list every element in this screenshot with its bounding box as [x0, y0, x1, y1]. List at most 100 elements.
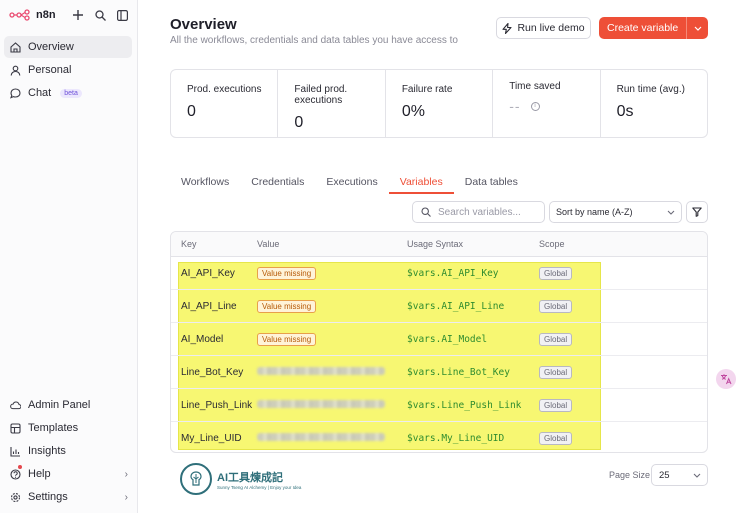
stat-prod-executions[interactable]: Prod. executions 0	[171, 70, 279, 137]
chat-icon	[10, 87, 21, 99]
stat-label: Time saved	[509, 81, 561, 92]
usage-syntax[interactable]: $vars.Line_Push_Link	[407, 400, 539, 411]
table-row[interactable]: Line_Push_Link $vars.Line_Push_Link Glob…	[171, 389, 707, 422]
page-subtitle: All the workflows, credentials and data …	[170, 35, 458, 46]
sort-selected-value: Sort by name (A-Z)	[556, 207, 633, 217]
filter-icon	[692, 207, 702, 217]
stat-label: Failed prod. executions	[294, 84, 348, 106]
filter-button[interactable]	[686, 201, 708, 223]
blurred-value	[257, 433, 385, 441]
create-options-dropdown[interactable]	[686, 17, 708, 39]
stat-label: Failure rate	[401, 84, 453, 95]
table-row[interactable]: AI_Model Value missing $vars.AI_Model Gl…	[171, 323, 707, 356]
variable-key: AI_API_Line	[181, 300, 237, 312]
scope-badge: Global	[539, 299, 573, 313]
sidebar-item-label: Personal	[28, 64, 72, 76]
sidebar-item-overview[interactable]: Overview	[4, 36, 132, 58]
chevron-down-icon	[694, 26, 701, 31]
tab-data-tables[interactable]: Data tables	[454, 170, 529, 194]
stat-value: 0	[187, 103, 196, 120]
stat-value: -- i	[509, 98, 599, 114]
sidebar-item-label: Settings	[28, 491, 68, 503]
search-box[interactable]	[412, 201, 545, 223]
home-icon	[10, 41, 21, 53]
page-size-select[interactable]: 25	[651, 464, 708, 486]
translate-extension-button[interactable]	[716, 369, 736, 389]
variables-table: Key Value Usage Syntax Scope AI_API_Key …	[170, 231, 708, 453]
tab-executions[interactable]: Executions	[315, 170, 388, 194]
table-row[interactable]: AI_API_Line Value missing $vars.AI_API_L…	[171, 290, 707, 323]
page-title: Overview	[170, 16, 237, 33]
chevron-right-icon: ›	[124, 468, 128, 480]
beta-badge: beta	[60, 88, 82, 98]
sidebar-item-admin-panel[interactable]: Admin Panel	[4, 394, 132, 416]
stat-failed-prod-executions[interactable]: Failed prod. executions 0	[278, 70, 386, 137]
scope-badge: Global	[539, 332, 573, 346]
usage-syntax[interactable]: $vars.Line_Bot_Key	[407, 367, 539, 378]
column-header-value: Value	[257, 239, 280, 249]
sidebar-item-templates[interactable]: Templates	[4, 417, 132, 439]
stat-failure-rate[interactable]: Failure rate 0%	[386, 70, 494, 137]
blurred-value	[257, 366, 385, 375]
sidebar-item-label: Insights	[28, 445, 66, 457]
sidebar-toggle-icon[interactable]	[116, 8, 128, 22]
chevron-right-icon: ›	[124, 491, 128, 503]
tab-credentials[interactable]: Credentials	[240, 170, 315, 194]
help-icon	[10, 468, 21, 480]
plus-icon[interactable]	[72, 8, 84, 22]
stat-time-saved[interactable]: Time saved -- i	[493, 70, 601, 137]
stat-value: 0s	[616, 103, 634, 120]
sidebar-nav: Overview Personal Chat beta	[4, 36, 132, 105]
sidebar-item-help[interactable]: Help ›	[4, 463, 132, 485]
create-variable-button[interactable]: Create variable	[599, 17, 708, 39]
page-size-value: 25	[659, 469, 670, 481]
column-header-key[interactable]: Key	[171, 239, 257, 249]
sidebar-item-label: Admin Panel	[28, 399, 91, 411]
sidebar-item-insights[interactable]: Insights	[4, 440, 132, 462]
stat-value: 0%	[401, 103, 425, 120]
blurred-value	[257, 399, 385, 408]
usage-syntax[interactable]: $vars.AI_Model	[407, 334, 539, 345]
gear-icon	[10, 492, 21, 503]
watermark-tagline: Sunny Tseng AI Alchemy | Enjoy your Idea	[217, 484, 302, 490]
chevron-down-icon	[693, 470, 701, 481]
page-size-label: Page Size	[609, 470, 651, 480]
usage-syntax[interactable]: $vars.AI_API_Line	[407, 301, 539, 312]
stat-run-time[interactable]: Run time (avg.) 0s	[601, 70, 707, 137]
value-missing-badge: Value missing	[257, 266, 317, 280]
sidebar-item-settings[interactable]: Settings ›	[4, 486, 132, 508]
variable-key: Line_Bot_Key	[181, 366, 244, 378]
column-header-usage-syntax: Usage Syntax	[407, 239, 464, 249]
usage-syntax[interactable]: $vars.My_Line_UID	[407, 433, 539, 444]
stat-label: Run time (avg.)	[616, 84, 685, 95]
info-icon[interactable]: i	[530, 101, 540, 111]
table-row[interactable]: Line_Bot_Key $vars.Line_Bot_Key Global	[171, 356, 707, 389]
variable-key: My_Line_UID	[181, 433, 242, 444]
create-variable-label: Create variable	[607, 22, 679, 34]
sidebar-item-label: Help	[28, 468, 51, 480]
scope-badge: Global	[539, 398, 573, 412]
sidebar-item-personal[interactable]: Personal	[4, 59, 132, 81]
table-row[interactable]: My_Line_UID $vars.My_Line_UID Global	[171, 422, 707, 452]
stat-label: Prod. executions	[187, 84, 262, 95]
tab-variables[interactable]: Variables	[388, 170, 454, 194]
sidebar: n8n Overview Personal Chat beta Admin Pa…	[0, 0, 138, 513]
search-icon[interactable]	[94, 8, 106, 22]
run-live-demo-button[interactable]: Run live demo	[496, 17, 591, 39]
notification-dot	[18, 465, 22, 469]
search-input[interactable]	[438, 206, 538, 218]
brand[interactable]: n8n	[9, 9, 56, 21]
scope-badge: Global	[539, 266, 573, 280]
cloud-icon	[10, 400, 21, 411]
sort-select[interactable]: Sort by name (A-Z)	[549, 201, 682, 223]
sidebar-item-chat[interactable]: Chat beta	[4, 82, 132, 104]
chevron-down-icon	[667, 207, 675, 217]
table-row[interactable]: AI_API_Key Value missing $vars.AI_API_Ke…	[171, 257, 707, 290]
tabs: Workflows Credentials Executions Variabl…	[170, 170, 708, 194]
variable-key: Line_Push_Link	[181, 399, 253, 411]
tab-workflows[interactable]: Workflows	[170, 170, 240, 194]
insights-icon	[10, 446, 21, 457]
usage-syntax[interactable]: $vars.AI_API_Key	[407, 268, 539, 279]
templates-icon	[10, 422, 21, 434]
watermark-title: AI工具煉成記	[217, 471, 283, 484]
